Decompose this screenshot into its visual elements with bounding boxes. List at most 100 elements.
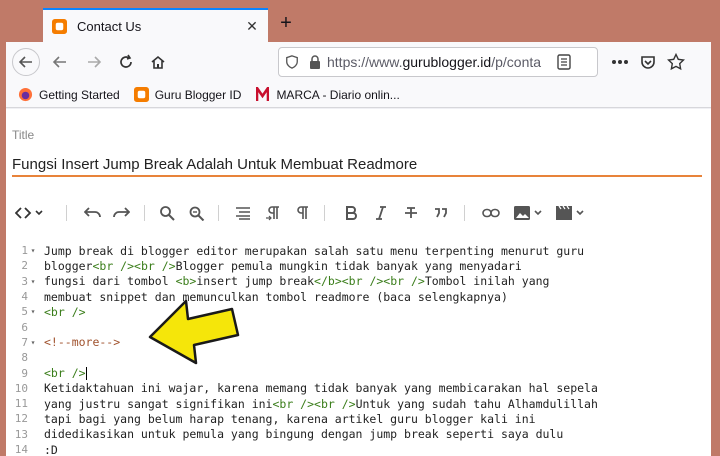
toolbar-divider [464, 205, 465, 221]
bookmark-guru-blogger[interactable]: Guru Blogger ID [133, 87, 242, 102]
code-line[interactable]: 1 ▾ Jump break di blogger editor merupakan… [6, 243, 711, 258]
line-number: 10 [14, 381, 28, 395]
html-code-editor[interactable]: 1 ▾ Jump break di blogger editor merupakan… [6, 239, 711, 456]
home-icon [151, 55, 165, 69]
code-line[interactable]: 3 ▾ fungsi dari tombol <b>insert jump brea… [6, 274, 711, 289]
code-text: blogger<br /><br />Blogger pemula mungki… [44, 258, 522, 273]
back-arrow-icon [18, 56, 32, 68]
code-line[interactable]: 10 Ketidaktahuan ini wajar, karena memang… [6, 381, 711, 396]
text-cursor [85, 367, 87, 381]
video-clapper-icon [556, 205, 584, 220]
line-number: 6 [21, 320, 28, 334]
code-line[interactable]: 14:D [6, 442, 711, 456]
insert-image-button[interactable] [512, 204, 546, 222]
code-line[interactable]: 11 yang justru sangat signifikan ini<br /… [6, 396, 711, 411]
url-text[interactable]: https://www.gurublogger.id/p/conta [327, 54, 549, 70]
fold-icon[interactable]: ▾ [28, 277, 38, 286]
redo-icon [113, 207, 130, 218]
code-line[interactable]: 8 [6, 350, 711, 365]
undo-icon [84, 207, 101, 218]
reader-view-icon[interactable] [557, 54, 571, 70]
code-line[interactable]: 7 ▾ <!--more--> [6, 335, 711, 350]
back-history-button[interactable] [46, 48, 74, 76]
shield-icon[interactable] [285, 55, 299, 69]
marca-logo-icon [255, 87, 270, 102]
insert-video-button[interactable] [554, 204, 588, 222]
quote-icon [435, 208, 447, 218]
tab-close-icon[interactable]: ✕ [244, 18, 260, 35]
pocket-icon [641, 56, 655, 69]
search-icon [160, 206, 175, 221]
url-bar[interactable]: https://www.gurublogger.id/p/conta [278, 47, 598, 77]
align-button[interactable] [232, 204, 254, 222]
quote-button[interactable] [432, 204, 450, 222]
find-replace-button[interactable] [186, 204, 208, 222]
code-text: yang justru sangat signifikan ini<br /><… [44, 396, 598, 411]
bold-button[interactable] [342, 204, 360, 222]
browser-window: Contact Us ✕ + https://www.gurublogger.i… [6, 6, 711, 456]
link-icon [482, 208, 500, 218]
code-text: Ketidaktahuan ini wajar, karena memang t… [44, 381, 598, 396]
bookmark-label: MARCA - Diario onlin... [276, 87, 400, 102]
title-label: Title [12, 128, 35, 142]
code-line[interactable]: 12 tapi bagi yang belum harap tenang, kar… [6, 411, 711, 426]
align-icon [236, 207, 250, 220]
fold-icon[interactable]: ▾ [28, 307, 38, 316]
paragraph-button[interactable] [262, 204, 284, 222]
code-line[interactable]: 13 didedikasikan untuk pemula yang bingun… [6, 427, 711, 442]
nav-bar: https://www.gurublogger.id/p/conta [6, 42, 711, 82]
code-line[interactable]: 5 ▾ <br /> [6, 304, 711, 319]
yellow-arrow-annotation [148, 299, 240, 365]
lock-icon[interactable] [309, 55, 321, 69]
paragraph-rtl-button[interactable] [294, 204, 316, 222]
code-text: <br /> [44, 304, 86, 319]
reload-icon [120, 54, 132, 68]
code-text: <br /> [44, 366, 87, 381]
url-prefix: https://www. [327, 54, 403, 70]
url-path: /p/conta [491, 54, 542, 70]
strikethrough-button[interactable] [402, 204, 420, 222]
link-button[interactable] [480, 204, 502, 222]
line-number: 2 [21, 259, 28, 273]
post-title-input[interactable] [12, 153, 702, 177]
editor-toolbar [6, 194, 711, 232]
search-button[interactable] [156, 204, 178, 222]
line-number: 1 [21, 244, 28, 258]
pocket-button[interactable] [634, 48, 662, 76]
forward-arrow-icon [88, 56, 102, 68]
toolbar-divider [324, 205, 325, 221]
bookmark-star-button[interactable] [662, 48, 690, 76]
code-text: Jump break di blogger editor merupakan s… [44, 243, 585, 258]
bookmark-label: Guru Blogger ID [154, 87, 242, 102]
line-number: 8 [21, 351, 28, 365]
tab-contact-us[interactable]: Contact Us ✕ [43, 8, 268, 42]
forward-button[interactable] [80, 48, 108, 76]
code-line[interactable]: 6 [6, 320, 711, 335]
italic-button[interactable] [372, 204, 390, 222]
star-icon [667, 53, 685, 71]
code-line[interactable]: 2 blogger<br /><br />Blogger pemula mungk… [6, 258, 711, 273]
fold-icon[interactable]: ▾ [28, 246, 38, 255]
bookmark-getting-started[interactable]: Getting Started [18, 87, 120, 102]
code-view-icon [15, 207, 43, 219]
page-actions-button[interactable] [606, 48, 634, 76]
new-tab-button[interactable]: + [274, 12, 298, 36]
code-line[interactable]: 9 <br /> [6, 365, 711, 381]
html-view-toggle[interactable] [14, 204, 46, 222]
redo-button[interactable] [110, 204, 132, 222]
code-text: <!--more--> [44, 335, 121, 350]
undo-button[interactable] [82, 204, 104, 222]
bookmark-marca[interactable]: MARCA - Diario onlin... [255, 87, 400, 102]
fold-icon[interactable]: ▾ [28, 338, 38, 347]
code-text: tapi bagi yang belum harap tenang, karen… [44, 411, 536, 426]
home-button[interactable] [144, 48, 172, 76]
tab-strip: Contact Us ✕ + [6, 6, 711, 42]
blogger-favicon-icon [51, 18, 67, 34]
code-line[interactable]: 4 membuat snippet dan memunculkan tombol … [6, 289, 711, 304]
firefox-icon [18, 87, 33, 102]
reload-button[interactable] [112, 48, 140, 76]
bookmark-label: Getting Started [39, 87, 120, 102]
toolbar-divider [144, 205, 145, 221]
back-button[interactable] [12, 48, 40, 76]
code-text: membuat snippet dan memunculkan tombol r… [44, 289, 508, 304]
